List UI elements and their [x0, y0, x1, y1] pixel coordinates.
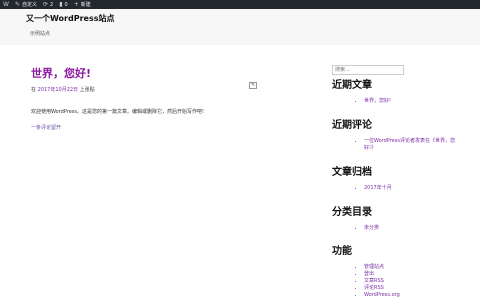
widget-title-archives: 文章归档 — [332, 167, 372, 178]
admin-bar-customize[interactable]: ✎ 自定义 — [12, 0, 40, 9]
plus-icon: + — [73, 1, 79, 8]
edit-icon[interactable]: ✎ — [249, 82, 257, 89]
post-meta-prefix: 在 — [31, 87, 37, 93]
meta-link-admin[interactable]: 管理站点 — [364, 264, 400, 271]
widget-title-recent-comments: 近期评论 — [332, 120, 372, 131]
widget-recent-comments: 近期评论 一位WordPress评论者发表在《世界，您好!》 — [332, 116, 460, 152]
widget-categories: 分类目录 未分类 — [332, 203, 379, 232]
widget-title-recent-posts: 近期文章 — [332, 80, 372, 91]
widget-title-categories: 分类目录 — [332, 207, 372, 218]
admin-bar-comments-count: 0 — [64, 1, 68, 8]
post-date-link[interactable]: 2017年10月22日 — [38, 87, 78, 93]
admin-bar-customize-label: 自定义 — [21, 2, 37, 8]
updates-icon: ⟳ — [42, 1, 49, 8]
site-description: 示例站点 — [30, 31, 51, 37]
widget-recent-posts: 近期文章 世界，您好! — [332, 76, 391, 105]
admin-bar-comments[interactable]: ▮ 0 — [56, 0, 71, 9]
recent-comment-link[interactable]: 一位WordPress评论者发表在《世界，您好!》 — [364, 138, 460, 152]
paintbrush-icon: ✎ — [14, 1, 20, 8]
meta-link-posts-rss[interactable]: 文章RSS — [364, 278, 400, 285]
meta-link-logout[interactable]: 登出 — [364, 271, 400, 278]
comment-icon: ▮ — [59, 1, 63, 8]
widget-title-meta: 功能 — [332, 246, 352, 257]
post-body: 欢迎使用WordPress。这是您的第一篇文章。编辑或删除它，然后开始写作吧! — [31, 109, 205, 115]
archive-link[interactable]: 2017年十月 — [364, 185, 392, 192]
admin-bar: W ✎ 自定义 ⟳ 2 ▮ 0 + 新建 — [0, 0, 480, 9]
post-meta: 在 2017年10月22日 上张贴 — [31, 86, 95, 93]
widget-meta: 功能 管理站点 登出 文章RSS 评论RSS WordPress.org — [332, 242, 400, 299]
admin-bar-updates-count: 2 — [50, 1, 54, 8]
site-title[interactable]: 又一个WordPress站点 — [26, 13, 114, 24]
wordpress-icon: W — [3, 1, 9, 8]
search-input[interactable] — [332, 65, 404, 75]
post-meta-suffix: 上张贴 — [79, 87, 95, 93]
meta-link-wordpress-org[interactable]: WordPress.org — [364, 292, 400, 299]
site-header: 又一个WordPress站点 示例站点 — [0, 9, 480, 45]
admin-bar-new-label: 新建 — [80, 2, 91, 8]
comments-link[interactable]: 一条评论留开 — [31, 124, 61, 131]
admin-bar-new[interactable]: + 新建 — [71, 0, 94, 9]
widget-archives: 文章归档 2017年十月 — [332, 163, 392, 192]
category-link[interactable]: 未分类 — [364, 225, 379, 232]
meta-link-comments-rss[interactable]: 评论RSS — [364, 285, 400, 292]
admin-bar-updates[interactable]: ⟳ 2 — [40, 0, 56, 9]
admin-bar-wordpress[interactable]: W — [0, 0, 12, 9]
post-title[interactable]: 世界，您好! — [31, 65, 91, 81]
recent-post-link[interactable]: 世界，您好! — [364, 98, 391, 105]
